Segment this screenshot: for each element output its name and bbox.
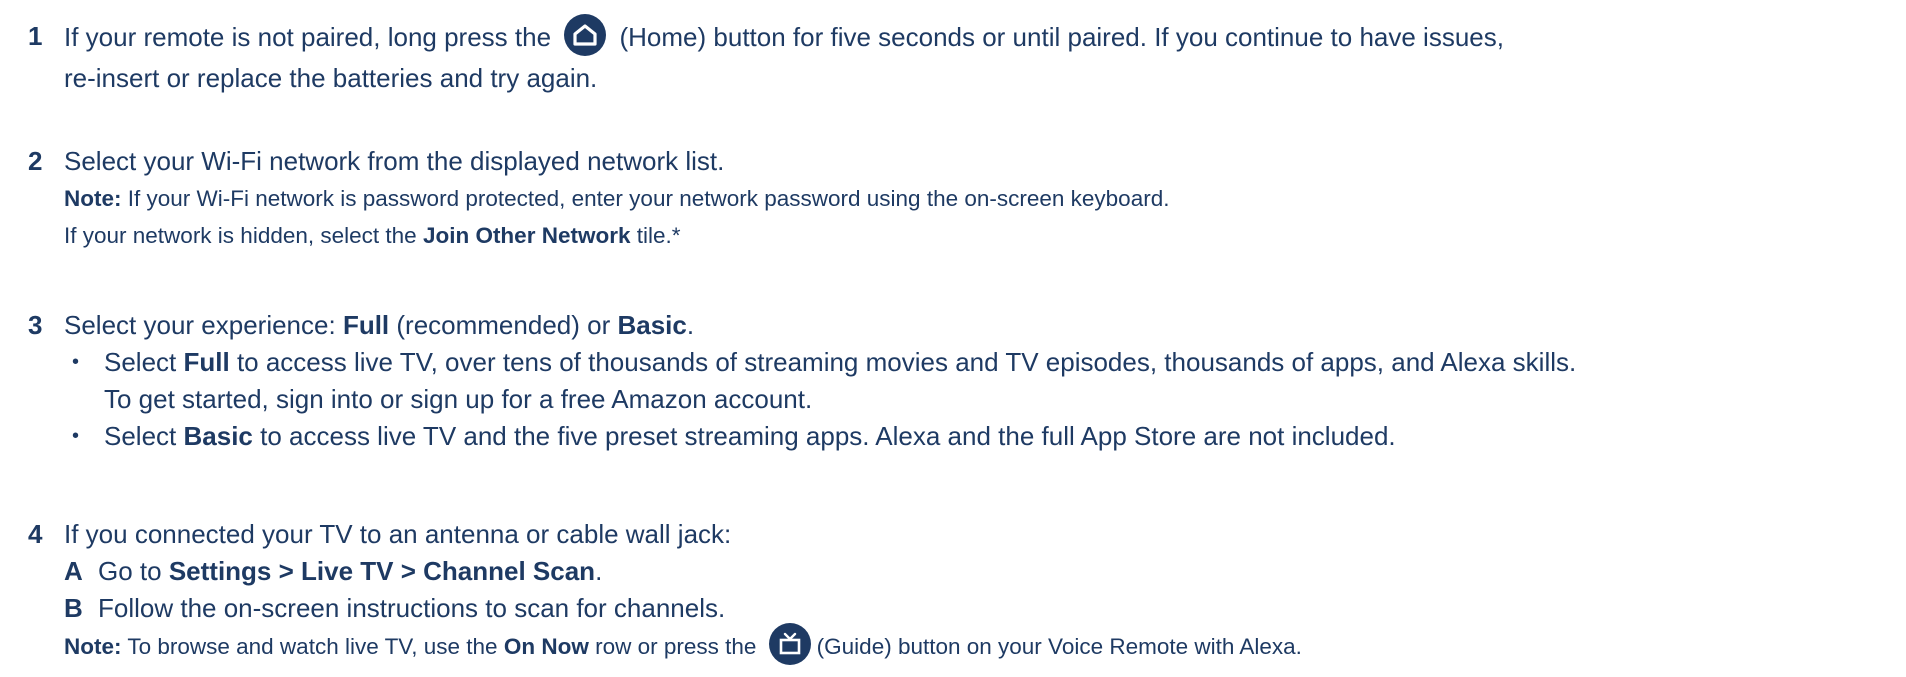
hidden-network-line: If your network is hidden, select the Jo…: [64, 223, 681, 248]
sub-step-letter: B: [64, 593, 83, 623]
step-number: 4: [28, 519, 43, 549]
note-label: Note:: [64, 633, 122, 659]
step-text: If your remote is not paired, long press…: [64, 21, 552, 52]
sub-step-a: A Go to Settings > Live TV > Channel Scan…: [64, 553, 1906, 590]
step-text: re-insert or replace the batteries and t…: [64, 63, 598, 93]
step-number: 3: [28, 310, 43, 340]
bullet-item: • Select Full to access live TV, over ten…: [64, 344, 1906, 381]
note-label: Note:: [64, 186, 122, 211]
note-line: Note: To browse and watch live TV, use t…: [64, 623, 1906, 669]
bullet-dot: •: [72, 425, 80, 447]
step-text: Select your experience: Full (recommende…: [64, 310, 695, 340]
step-number: 2: [28, 146, 43, 176]
bullet-continuation: To get started, sign into or sign up for…: [104, 384, 813, 414]
home-icon: [564, 14, 607, 56]
sub-step-letter: A: [64, 556, 83, 586]
note-line: Note: If your Wi-Fi network is password …: [64, 186, 1170, 211]
bullet-item: • Select Basic to access live TV and the …: [64, 418, 1906, 455]
step-text: (Home) button for five seconds or until …: [619, 21, 1504, 52]
instructions-document: 1 If your remote is not paired, long pre…: [0, 0, 1906, 677]
step-text: If you connected your TV to an antenna o…: [64, 519, 732, 549]
bullet-dot: •: [72, 351, 80, 373]
step-text: Select your Wi-Fi network from the displ…: [64, 146, 725, 176]
step-number: 1: [28, 21, 43, 51]
guide-tv-icon: [768, 623, 811, 665]
sub-step-b: B Follow the on-screen instructions to sc…: [64, 590, 1906, 627]
